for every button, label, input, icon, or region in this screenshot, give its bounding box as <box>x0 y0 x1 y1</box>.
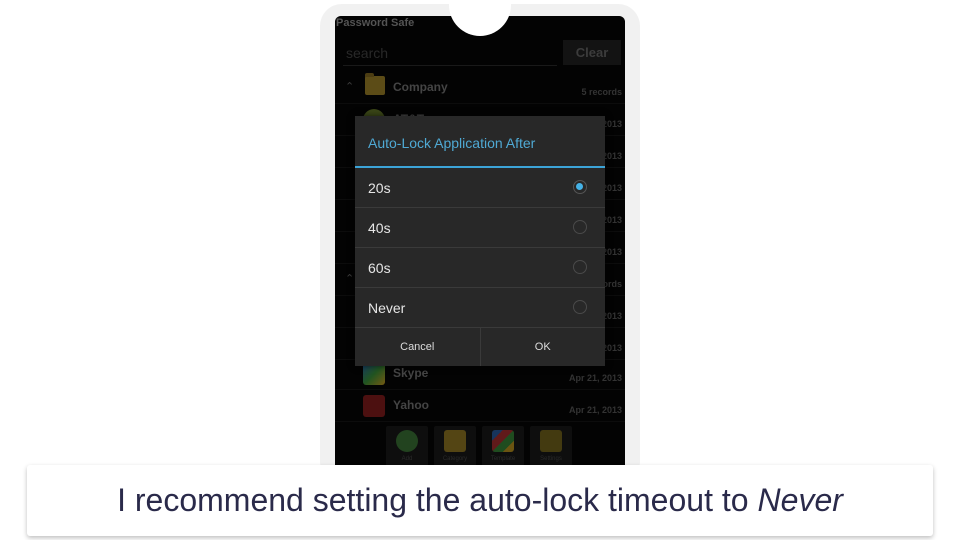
option-label: 40s <box>368 220 391 236</box>
option-never[interactable]: Never <box>355 288 605 328</box>
radio-icon[interactable] <box>573 220 587 234</box>
option-label: Never <box>368 300 406 316</box>
caption-banner: I recommend setting the auto-lock timeou… <box>27 465 933 536</box>
option-label: 20s <box>368 180 391 196</box>
dialog-title: Auto-Lock Application After <box>355 116 605 168</box>
radio-icon[interactable] <box>573 300 587 314</box>
dialog-actions: Cancel OK <box>355 328 605 366</box>
caption-text: I recommend setting the auto-lock timeou… <box>117 482 749 518</box>
radio-icon[interactable] <box>573 260 587 274</box>
ok-button[interactable]: OK <box>479 328 606 366</box>
cancel-button[interactable]: Cancel <box>355 328 480 366</box>
option-40s[interactable]: 40s <box>355 208 605 248</box>
auto-lock-dialog: Auto-Lock Application After 20s 40s 60s … <box>355 116 605 366</box>
caption-emphasis: Never <box>757 482 843 518</box>
option-label: 60s <box>368 260 391 276</box>
radio-selected-icon[interactable] <box>573 180 587 194</box>
option-20s[interactable]: 20s <box>355 168 605 208</box>
option-60s[interactable]: 60s <box>355 248 605 288</box>
